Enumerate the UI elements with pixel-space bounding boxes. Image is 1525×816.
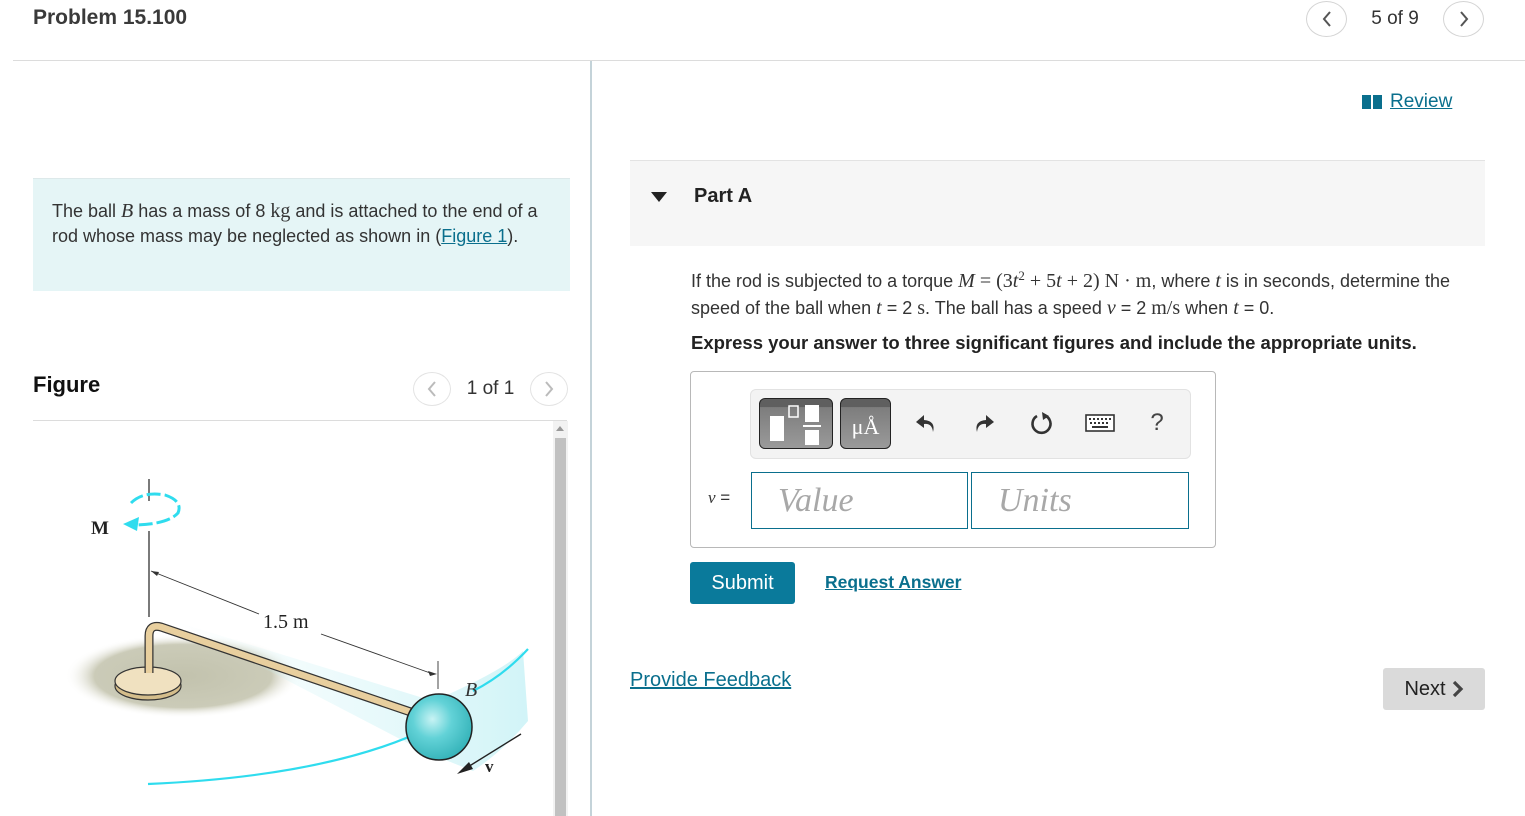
trajectory-arc-lower	[147, 725, 434, 786]
math-var-v: v	[708, 488, 716, 507]
next-problem-button[interactable]	[1443, 1, 1484, 37]
question-text-part: when	[1180, 298, 1234, 318]
dimension-line-b	[320, 633, 434, 675]
keyboard-button[interactable]	[1085, 408, 1115, 438]
review-label[interactable]: Review	[1390, 91, 1452, 113]
units-input[interactable]	[971, 472, 1189, 529]
undo-button[interactable]	[911, 408, 941, 438]
panel-divider[interactable]	[590, 61, 592, 816]
reset-icon	[1031, 412, 1052, 435]
part-a-title: Part A	[694, 185, 753, 207]
keyboard-icon	[1085, 414, 1115, 432]
math-expr: = (3	[974, 270, 1013, 292]
question-text-part: If the rod is subjected to a torque	[691, 271, 959, 291]
value-input[interactable]	[751, 472, 968, 529]
velocity-label: v	[485, 757, 494, 776]
part-a-header[interactable]: Part A	[630, 160, 1485, 246]
math-var-m: M	[958, 270, 975, 292]
templates-button[interactable]	[759, 398, 833, 449]
question-text-part: . The ball has a speed	[925, 298, 1107, 318]
dimension-arrow-left	[151, 571, 159, 576]
dimension-line-a	[150, 570, 260, 615]
help-button[interactable]: ?	[1142, 408, 1172, 438]
ground-shadow	[65, 634, 301, 718]
intro-text: The ball	[52, 201, 122, 221]
undo-icon	[916, 415, 934, 432]
math-toolbar: μÅ ?	[750, 389, 1191, 459]
answer-variable-label: v =	[708, 488, 731, 507]
submit-button[interactable]: Submit	[690, 562, 795, 604]
math-var-b: B	[121, 200, 134, 222]
answer-box: μÅ ? v =	[690, 371, 1216, 548]
figure-counter: 1 of 1	[466, 378, 515, 399]
provide-feedback-link[interactable]: Provide Feedback	[630, 669, 791, 692]
intro-text: ).	[507, 225, 519, 246]
math-unit-kg: kg	[270, 200, 291, 222]
math-unit-s: s	[917, 297, 926, 319]
math-expr: + 5	[1024, 270, 1057, 292]
review-link[interactable]: Review	[1362, 91, 1452, 113]
ball-label: B	[465, 679, 477, 701]
reset-button[interactable]	[1027, 408, 1057, 438]
length-label: 1.5 m	[263, 611, 309, 633]
chevron-right-icon	[545, 381, 554, 397]
previous-problem-button[interactable]	[1306, 1, 1347, 37]
collapse-triangle-icon[interactable]	[651, 192, 667, 202]
figure-pagination: 1 of 1	[413, 372, 568, 406]
problem-intro: The ball B has a mass of 8 kg and is att…	[33, 178, 570, 291]
book-icon	[1362, 95, 1382, 109]
units-button[interactable]: μÅ	[840, 398, 891, 449]
figure-image: M 1.5 m B v	[65, 479, 529, 786]
header-divider	[13, 60, 1525, 61]
chevron-right-icon	[1459, 11, 1468, 27]
problem-pagination: 5 of 9	[1306, 0, 1484, 38]
next-button[interactable]: Next	[1383, 668, 1485, 710]
scroll-up-arrow-icon[interactable]	[556, 426, 564, 431]
answer-instruction: Express your answer to three significant…	[691, 332, 1417, 353]
chevron-left-icon	[427, 381, 436, 397]
figure-scrollbar[interactable]	[553, 421, 568, 816]
ball-b	[405, 693, 473, 761]
question-text: If the rod is subjected to a torque M = …	[691, 262, 1491, 322]
question-text-part: = 0.	[1238, 298, 1275, 318]
next-label: Next	[1404, 677, 1446, 700]
moment-label: M	[91, 518, 109, 539]
math-unit-ms: m/s	[1151, 297, 1181, 319]
redo-icon	[976, 415, 994, 432]
math-expr: + 2) N · m	[1061, 270, 1152, 292]
problem-counter: 5 of 9	[1371, 8, 1419, 29]
request-answer-link[interactable]: Request Answer	[825, 572, 961, 593]
problem-title: Problem 15.100	[33, 6, 188, 29]
next-figure-button[interactable]	[530, 372, 568, 406]
chevron-left-icon	[1322, 11, 1331, 27]
intro-text: has a mass of 8	[133, 201, 271, 221]
figure-heading: Figure	[33, 372, 101, 397]
question-text-part: , where	[1151, 271, 1216, 291]
previous-figure-button[interactable]	[413, 372, 451, 406]
chevron-right-icon	[1452, 680, 1463, 698]
moment-arrow-head	[123, 517, 139, 531]
figure-link[interactable]: Figure 1	[441, 226, 507, 246]
math-var-v: v	[1106, 297, 1116, 319]
templates-icon	[770, 405, 821, 445]
dimension-arrow-right	[428, 671, 437, 676]
redo-button[interactable]	[969, 408, 999, 438]
scrollbar-thumb[interactable]	[555, 438, 566, 816]
question-text-part: = 2	[1115, 298, 1152, 318]
question-text-part: = 2	[881, 298, 918, 318]
